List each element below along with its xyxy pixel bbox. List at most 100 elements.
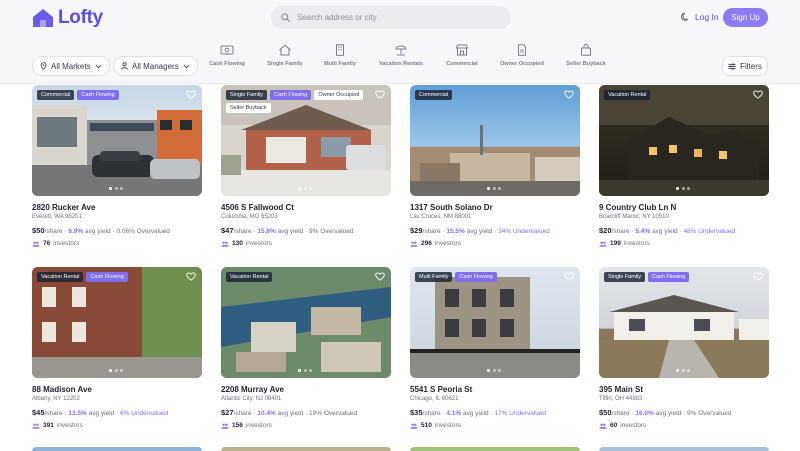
carousel-dots[interactable] xyxy=(487,369,501,372)
listing-card[interactable]: Single Family Cash Flowing Owner Occupie… xyxy=(221,85,391,247)
carousel-dots[interactable] xyxy=(298,187,312,190)
category-vacation-rentals[interactable]: Vacation Rentals xyxy=(366,44,436,67)
valuation: 34% Undervalued xyxy=(498,228,550,235)
heart-icon[interactable] xyxy=(186,272,196,281)
investor-number: 156 xyxy=(232,422,243,429)
top-header: Lofty Search address or city Log In Sign… xyxy=(0,0,800,36)
people-icon xyxy=(599,423,607,429)
valuation: 19% Overvalued xyxy=(309,410,358,417)
carousel-dots[interactable] xyxy=(109,369,123,372)
property-photo[interactable]: Vacation Rental xyxy=(599,85,769,196)
managers-dropdown[interactable]: All Managers xyxy=(113,56,198,76)
avg-yield: 15.5% xyxy=(446,228,465,235)
valuation: 17% Undervalued xyxy=(494,410,547,417)
property-photo[interactable]: Multi Family Cash Flowing xyxy=(410,267,580,378)
category-multi-family[interactable]: Multi Family xyxy=(305,44,375,67)
markets-dropdown[interactable]: All Markets xyxy=(32,56,110,76)
investor-number: 130 xyxy=(232,240,243,247)
share-unit: /share · xyxy=(611,228,636,235)
heart-icon[interactable] xyxy=(564,272,574,281)
heart-icon[interactable] xyxy=(375,90,385,99)
share-price: $45 xyxy=(32,408,45,417)
avg-yield: 13.5% xyxy=(68,410,87,417)
investor-count: 156 investors xyxy=(221,422,391,429)
listing-stats: $35/share · 4.1% avg yield · 17% Underva… xyxy=(410,408,580,417)
tag-badge: Vacation Rental xyxy=(226,272,273,283)
listing-city: Columbia, MO 65203 xyxy=(221,214,278,220)
carousel-dots[interactable] xyxy=(676,369,690,372)
yield-label: avg yield · xyxy=(86,410,121,417)
tag-badge: Cash Flowing xyxy=(648,272,690,283)
listing-card[interactable]: Vacation Rental Cash Flowing 88 Madison … xyxy=(32,267,202,429)
search-input[interactable]: Search address or city xyxy=(271,6,511,29)
valuation: 0.06% Overvalued xyxy=(116,228,170,235)
property-photo[interactable]: Single Family Cash Flowing Owner Occupie… xyxy=(221,85,391,196)
carousel-dots[interactable] xyxy=(676,187,690,190)
investor-label: investors xyxy=(434,422,461,429)
heart-icon[interactable] xyxy=(186,90,196,99)
share-price: $27 xyxy=(221,408,234,417)
investor-label: investors xyxy=(620,422,647,429)
people-icon xyxy=(32,423,40,429)
share-price: $29 xyxy=(410,226,423,235)
investor-number: 510 xyxy=(421,422,432,429)
bag-icon xyxy=(581,44,591,56)
search-placeholder: Search address or city xyxy=(297,13,377,22)
person-icon xyxy=(121,62,128,70)
listing-card[interactable]: Vacation Rental 2208 Murray Ave Atlantic… xyxy=(221,267,391,429)
investor-count: 510 investors xyxy=(410,422,580,429)
carousel-dots[interactable] xyxy=(298,369,312,372)
property-photo[interactable]: Single Family Cash Flowing xyxy=(599,267,769,378)
tag-badge: Single Family xyxy=(226,90,268,101)
property-photo[interactable]: Commercial xyxy=(410,85,580,196)
heart-icon[interactable] xyxy=(753,90,763,99)
investor-number: 76 xyxy=(43,240,51,247)
category-label: Multi Family xyxy=(324,61,356,67)
property-photo[interactable]: Vacation Rental xyxy=(221,267,391,378)
listing-card[interactable]: Vacation Rental 9 Country Club Ln N Bria… xyxy=(599,85,769,247)
tag-badge: Commercial xyxy=(37,90,75,101)
brand-name: Lofty xyxy=(58,7,103,28)
heart-icon[interactable] xyxy=(564,90,574,99)
brand-logo[interactable]: Lofty xyxy=(32,7,103,29)
carousel-dots[interactable] xyxy=(109,187,123,190)
listing-city: Everett, WA 98201 xyxy=(32,214,82,220)
investor-number: 199 xyxy=(610,240,621,247)
investor-label: investors xyxy=(434,240,461,247)
category-label: Single Family xyxy=(267,61,303,67)
listing-city: Tiffin, OH 44883 xyxy=(599,396,643,402)
category-seller-buyback[interactable]: Seller Buyback xyxy=(551,44,621,67)
listing-card[interactable]: Multi Family Cash Flowing 5541 S Peoria … xyxy=(410,267,580,429)
chevron-down-icon xyxy=(95,64,101,68)
share-unit: /share · xyxy=(611,410,636,417)
listing-card[interactable]: Single Family Cash Flowing 395 Main St T… xyxy=(599,267,769,429)
share-unit: /share · xyxy=(44,410,69,417)
filters-button[interactable]: Filters xyxy=(722,56,768,76)
listing-card[interactable]: Commercial Cash Flowing 2820 Rucker Ave … xyxy=(32,85,202,247)
chevron-down-icon xyxy=(183,64,190,68)
share-price: $47 xyxy=(221,226,234,235)
search-icon xyxy=(281,13,290,22)
login-link[interactable]: Log In xyxy=(695,12,719,22)
investor-count: 391 investors xyxy=(32,422,202,429)
valuation: 48% Undervalued xyxy=(683,228,736,235)
carousel-dots[interactable] xyxy=(487,187,501,190)
listing-card[interactable]: Commercial 1317 South Solano Dr Las Cruc… xyxy=(410,85,580,247)
category-owner-occupied[interactable]: Owner Occupied xyxy=(487,44,557,67)
property-photo[interactable]: Commercial Cash Flowing xyxy=(32,85,202,196)
yield-label: avg yield · xyxy=(275,410,310,417)
listing-address: 2820 Rucker Ave xyxy=(32,203,96,212)
listing-address: 1317 South Solano Dr xyxy=(410,203,493,212)
share-unit: /share · xyxy=(422,228,447,235)
avg-yield: 4.1% xyxy=(446,410,462,417)
property-photo[interactable]: Vacation Rental Cash Flowing xyxy=(32,267,202,378)
moon-icon[interactable] xyxy=(681,12,690,21)
yield-label: avg yield · xyxy=(275,228,310,235)
signup-button[interactable]: Sign Up xyxy=(723,8,768,27)
heart-icon[interactable] xyxy=(375,272,385,281)
heart-icon[interactable] xyxy=(753,272,763,281)
investor-count: 76 investors xyxy=(32,240,202,247)
listing-stats: $45/share · 13.5% avg yield · 6% Underva… xyxy=(32,408,202,417)
yield-label: avg yield · xyxy=(653,410,688,417)
investor-label: investors xyxy=(623,240,650,247)
